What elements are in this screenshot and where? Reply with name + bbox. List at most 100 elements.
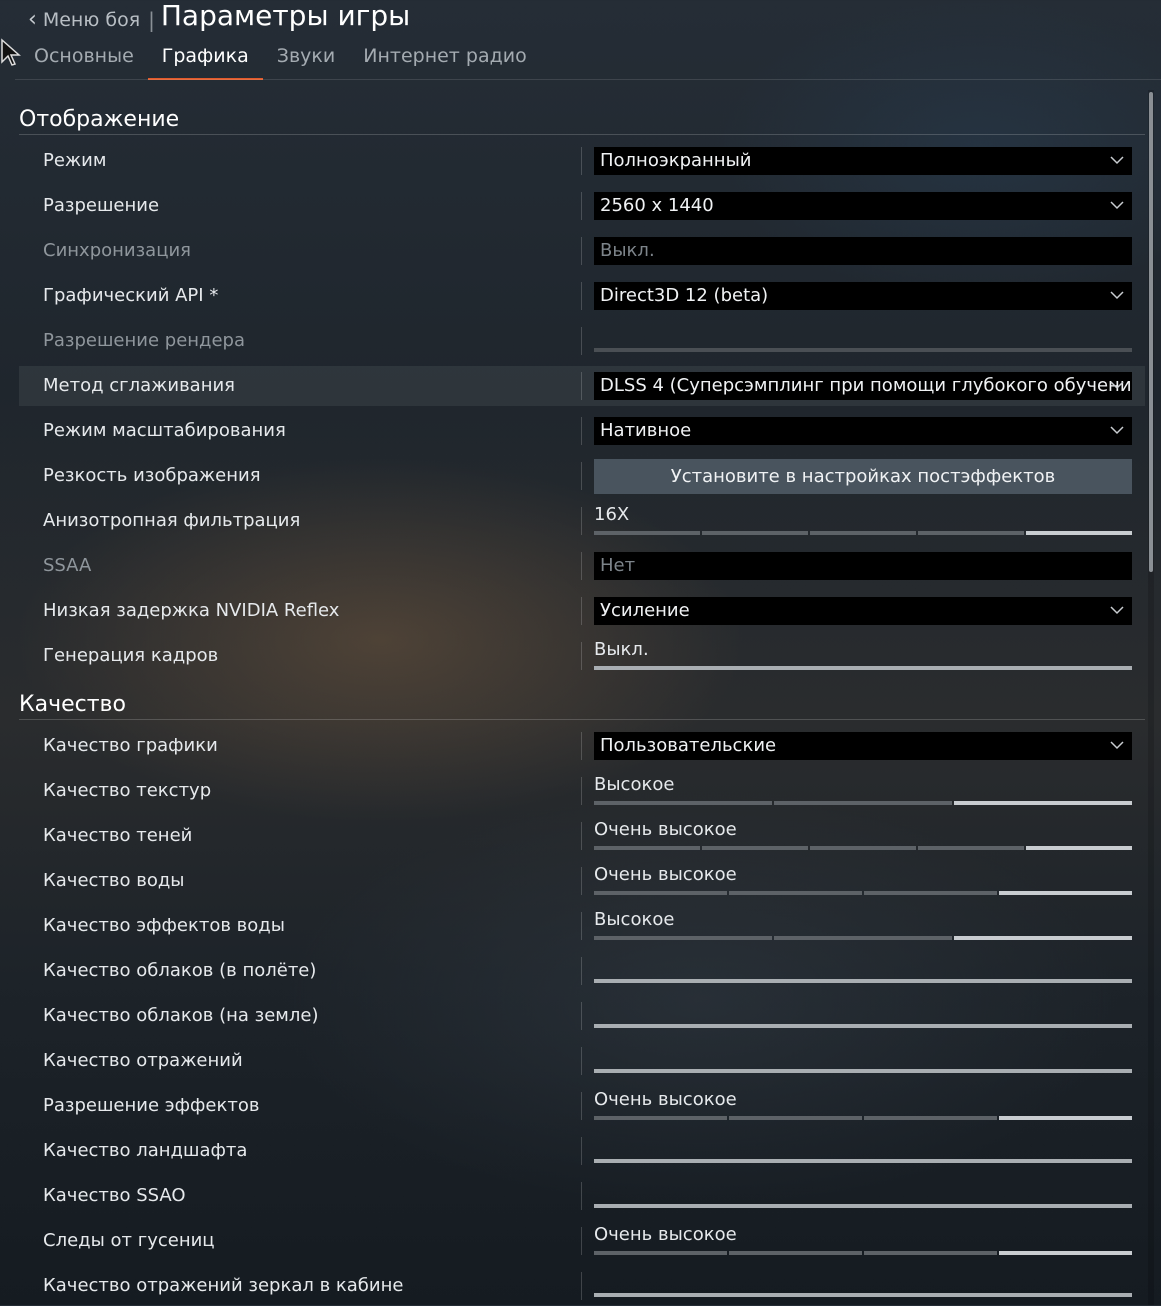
slider-segment[interactable] [594, 1251, 727, 1255]
mode-dropdown[interactable]: Полноэкранный [594, 147, 1132, 175]
slider-value: Высокое [594, 909, 675, 930]
divider [581, 507, 582, 535]
slider-segment[interactable] [999, 1251, 1132, 1255]
slider-segment[interactable] [594, 891, 727, 895]
dropdown-value: Полноэкранный [600, 150, 752, 171]
setting-label: Качество SSAO [43, 1185, 186, 1206]
divider [581, 417, 582, 445]
slider-value: Очень высокое [594, 819, 737, 840]
slider-segment[interactable] [810, 531, 916, 535]
slider-segment[interactable] [594, 801, 772, 805]
setting-row-effects-resolution: Разрешение эффектов Очень высокое [19, 1086, 1145, 1126]
slider-segment[interactable] [594, 531, 700, 535]
slider-segment[interactable] [729, 1251, 862, 1255]
slider-segment[interactable] [594, 1116, 727, 1120]
setting-label: Качество отражений зеркал в кабине [43, 1275, 404, 1296]
divider [581, 1182, 582, 1210]
section-title: Качество [19, 692, 126, 717]
slider-value: Выкл. [594, 639, 649, 660]
slider-segment[interactable] [999, 891, 1132, 895]
divider [581, 777, 582, 805]
divider [581, 732, 582, 760]
setting-row-shadow-quality: Качество теней Очень высокое [19, 816, 1145, 856]
slider-segment[interactable] [702, 846, 808, 850]
texture-quality-slider[interactable] [594, 801, 1132, 805]
slider-segment[interactable] [774, 801, 952, 805]
header-separator: | [148, 8, 155, 32]
frame-generation-slider[interactable] [594, 666, 1132, 670]
slider-segment[interactable] [954, 801, 1132, 805]
graphics-api-dropdown[interactable]: Direct3D 12 (beta) [594, 282, 1132, 310]
clouds-ground-slider[interactable] [594, 1024, 1132, 1028]
slider-segment[interactable] [810, 846, 916, 850]
tab-graphics[interactable]: Графика [147, 40, 263, 80]
slider-segment[interactable] [594, 846, 700, 850]
slider-segment[interactable] [1026, 531, 1132, 535]
ssao-quality-slider[interactable] [594, 1204, 1132, 1208]
slider-segment[interactable] [864, 1116, 997, 1120]
resolution-dropdown[interactable]: 2560 x 1440 [594, 192, 1132, 220]
dropdown-value: Пользовательские [600, 735, 777, 756]
chevron-left-icon: ‹ [28, 7, 37, 32]
antialiasing-dropdown[interactable]: DLSS 4 (Суперсэмплинг при помощи глубоко… [594, 372, 1132, 400]
setting-row-track-marks: Следы от гусениц Очень высокое [19, 1221, 1145, 1261]
setting-label: Качество теней [43, 825, 193, 846]
reflex-dropdown[interactable]: Усиление [594, 597, 1132, 625]
slider-segment[interactable] [594, 936, 772, 940]
divider [581, 912, 582, 940]
setting-row-ssao-quality: Качество SSAO [19, 1176, 1145, 1216]
back-button[interactable]: ‹ Меню боя [28, 7, 140, 32]
setting-label: Следы от гусениц [43, 1230, 215, 1251]
slider-value: 16X [594, 504, 630, 525]
slider-segment[interactable] [864, 1251, 997, 1255]
landscape-quality-slider[interactable] [594, 1159, 1132, 1163]
chevron-down-icon [1110, 156, 1124, 165]
ssaa-dropdown: Нет [594, 552, 1132, 580]
postfx-settings-button[interactable]: Установите в настройках постэффектов [594, 459, 1132, 494]
divider [581, 327, 582, 355]
setting-row-graphics-api: Графический API * Direct3D 12 (beta) [19, 276, 1145, 316]
tab-internet-radio[interactable]: Интернет радио [349, 40, 541, 80]
water-effects-quality-slider[interactable] [594, 936, 1132, 940]
scaling-mode-dropdown[interactable]: Нативное [594, 417, 1132, 445]
slider-value: Очень высокое [594, 864, 737, 885]
setting-label: Качество отражений [43, 1050, 243, 1071]
setting-row-resolution: Разрешение 2560 x 1440 [19, 186, 1145, 226]
setting-row-reflex: Низкая задержка NVIDIA Reflex Усиление [19, 591, 1145, 631]
setting-row-texture-quality: Качество текстур Высокое [19, 771, 1145, 811]
slider-segment[interactable] [918, 846, 1024, 850]
slider-segment[interactable] [864, 891, 997, 895]
setting-row-vsync: Синхронизация Выкл. [19, 231, 1145, 271]
cockpit-mirror-slider[interactable] [594, 1293, 1132, 1297]
slider-value: Очень высокое [594, 1089, 737, 1110]
clouds-flight-slider[interactable] [594, 979, 1132, 983]
slider-segment[interactable] [999, 1116, 1132, 1120]
slider-segment[interactable] [1026, 846, 1132, 850]
water-quality-slider[interactable] [594, 891, 1132, 895]
graphics-quality-dropdown[interactable]: Пользовательские [594, 732, 1132, 760]
dropdown-value: 2560 x 1440 [600, 195, 714, 216]
setting-label: Качество ландшафта [43, 1140, 248, 1161]
setting-row-reflections: Качество отражений [19, 1041, 1145, 1081]
tab-main[interactable]: Основные [20, 40, 148, 80]
slider-segment[interactable] [729, 1116, 862, 1120]
slider-segment[interactable] [954, 936, 1132, 940]
slider-segment[interactable] [702, 531, 808, 535]
scrollbar-thumb[interactable] [1149, 92, 1153, 572]
shadow-quality-slider[interactable] [594, 846, 1132, 850]
setting-label: Качество графики [43, 735, 218, 756]
track-marks-slider[interactable] [594, 1251, 1132, 1255]
anisotropic-slider[interactable] [594, 531, 1132, 535]
tabs-divider [15, 79, 1161, 80]
slider-segment[interactable] [774, 936, 952, 940]
divider [581, 1092, 582, 1120]
slider-segment[interactable] [729, 891, 862, 895]
setting-label: Метод сглаживания [43, 375, 236, 396]
slider-segment[interactable] [918, 531, 1024, 535]
setting-row-frame-generation: Генерация кадров Выкл. [19, 636, 1145, 676]
setting-label: Качество облаков (на земле) [43, 1005, 319, 1026]
tab-sounds[interactable]: Звуки [263, 40, 349, 80]
reflections-slider[interactable] [594, 1069, 1132, 1073]
effects-resolution-slider[interactable] [594, 1116, 1132, 1120]
divider [581, 1002, 582, 1030]
